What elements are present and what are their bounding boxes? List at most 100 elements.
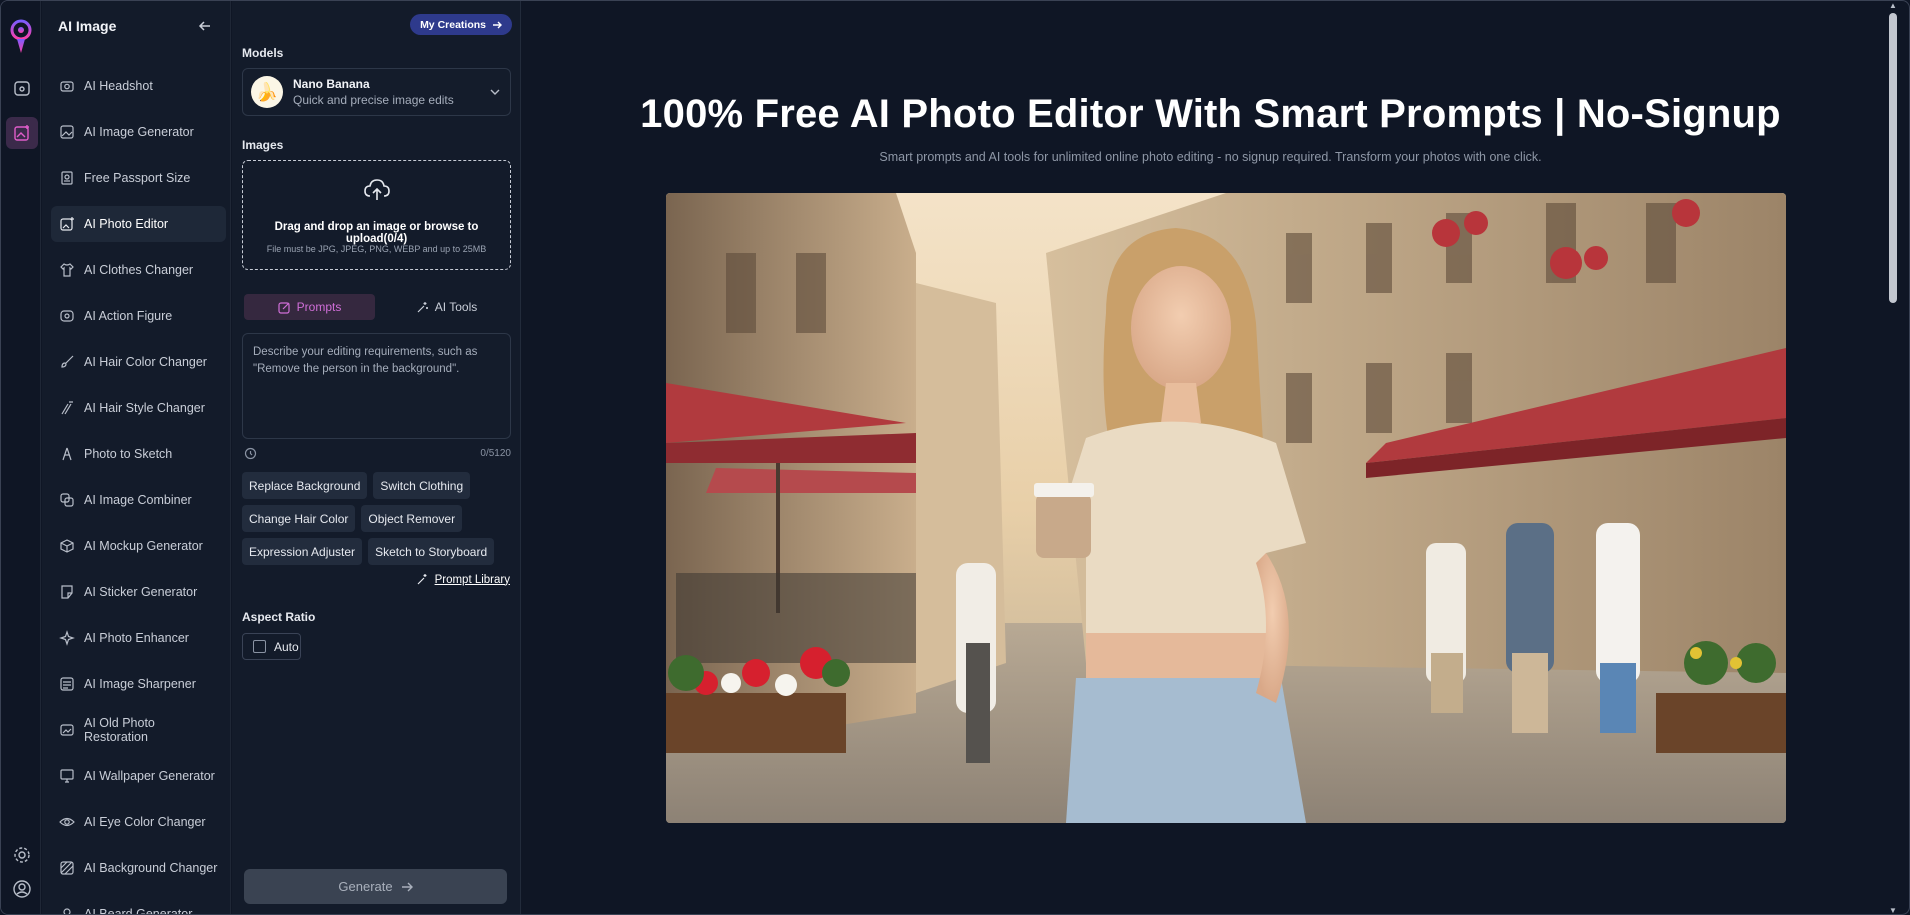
sidebar-item-label: AI Headshot: [84, 79, 153, 93]
banana-icon: 🍌: [251, 76, 283, 108]
sidebar-item-ai-wallpaper-generator[interactable]: AI Wallpaper Generator: [51, 758, 226, 794]
profile-rail-button[interactable]: [6, 873, 38, 905]
sidebar-item-ai-image-generator[interactable]: AI Image Generator: [51, 114, 226, 150]
sidebar-item-ai-action-figure[interactable]: AI Action Figure: [51, 298, 226, 334]
cube-icon: [60, 539, 74, 553]
tool-sidebar: AI Image AI Headshot AI Image Generator …: [42, 1, 231, 915]
model-name: Nano Banana: [293, 77, 370, 91]
tab-ai-tools[interactable]: AI Tools: [381, 294, 512, 320]
sidebar-item-ai-sticker-generator[interactable]: AI Sticker Generator: [51, 574, 226, 610]
sidebar-item-label: AI Sticker Generator: [84, 585, 198, 599]
scrollbar-thumb[interactable]: [1889, 13, 1897, 303]
sidebar-item-ai-background-changer[interactable]: AI Background Changer: [51, 850, 226, 886]
chip-expression-adjuster[interactable]: Expression Adjuster: [242, 538, 363, 565]
sidebar-item-label: AI Image Combiner: [84, 493, 192, 507]
sidebar-item-label: AI Eye Color Changer: [84, 815, 206, 829]
prompt-mode-tabs: Prompts AI Tools: [244, 294, 512, 320]
chip-change-hair-color[interactable]: Change Hair Color: [242, 505, 356, 532]
model-select[interactable]: 🍌 Nano Banana Quick and precise image ed…: [242, 68, 511, 116]
page-title: 100% Free AI Photo Editor With Smart Pro…: [640, 92, 1781, 136]
chip-switch-clothing[interactable]: Switch Clothing: [373, 472, 471, 499]
sidebar-item-label: AI Hair Style Changer: [84, 401, 205, 415]
sidebar-item-label: AI Mockup Generator: [84, 539, 203, 553]
brand-logo-icon[interactable]: [9, 19, 33, 59]
scroll-down-icon[interactable]: ▼: [1889, 907, 1897, 915]
ai-image-rail-button[interactable]: [6, 117, 38, 149]
sidebar-item-ai-hair-style-changer[interactable]: AI Hair Style Changer: [51, 390, 226, 426]
icon-rail: [1, 1, 41, 914]
chip-sketch-to-storyboard[interactable]: Sketch to Storyboard: [368, 538, 495, 565]
tab-prompts[interactable]: Prompts: [244, 294, 375, 320]
sidebar-item-label: AI Photo Editor: [84, 217, 169, 231]
image-sparkle-icon: [14, 125, 29, 141]
chip-object-remover[interactable]: Object Remover: [361, 505, 463, 532]
sidebar-item-ai-hair-color-changer[interactable]: AI Hair Color Changer: [51, 344, 226, 380]
sharpen-icon: [60, 677, 74, 691]
tab-ai-tools-label: AI Tools: [434, 300, 478, 314]
prompt-library-link[interactable]: Prompt Library: [416, 573, 510, 586]
user-icon: [13, 880, 31, 898]
sidebar-item-ai-headshot[interactable]: AI Headshot: [51, 68, 226, 104]
sidebar-item-free-passport-size[interactable]: Free Passport Size: [51, 160, 226, 196]
sidebar-item-ai-photo-editor[interactable]: AI Photo Editor: [51, 206, 226, 242]
photo-edit-icon: [60, 217, 74, 231]
sidebar-item-label: AI Image Sharpener: [84, 677, 196, 691]
camera-icon: [60, 81, 74, 92]
chip-replace-background[interactable]: Replace Background: [242, 472, 368, 499]
app-window: AI Image AI Headshot AI Image Generator …: [0, 0, 1910, 915]
sidebar-item-photo-to-sketch[interactable]: Photo to Sketch: [51, 436, 226, 472]
background-icon: [60, 861, 74, 875]
page-subtitle: Smart prompts and AI tools for unlimited…: [879, 150, 1542, 164]
hair-icon: [61, 401, 73, 415]
sidebar-item-ai-old-photo-restoration[interactable]: AI Old Photo Restoration: [51, 712, 226, 748]
sidebar-item-label: AI Wallpaper Generator: [84, 769, 215, 783]
checkbox-icon: [253, 640, 266, 653]
sidebar-item-label: AI Beard Generator: [84, 907, 193, 915]
sidebar-item-ai-beard-generator[interactable]: AI Beard Generator: [51, 896, 226, 915]
settings-rail-button[interactable]: [6, 839, 38, 871]
page-scrollbar[interactable]: ▲ ▼: [1887, 1, 1899, 915]
figure-icon: [60, 310, 74, 322]
sidebar-item-label: AI Action Figure: [84, 309, 173, 323]
sidebar-item-label: AI Background Changer: [84, 861, 218, 875]
editor-control-panel: My Creations Models 🍌 Nano Banana Quick …: [232, 1, 521, 914]
aspect-ratio-auto-option[interactable]: Auto: [242, 633, 301, 660]
shirt-icon: [60, 263, 74, 277]
images-label: Images: [242, 138, 284, 152]
sidebar-item-ai-eye-color-changer[interactable]: AI Eye Color Changer: [51, 804, 226, 840]
gear-icon: [14, 847, 30, 863]
my-creations-label: My Creations: [420, 18, 486, 31]
generate-button[interactable]: Generate: [244, 869, 507, 904]
aspect-ratio-value: Auto: [274, 639, 299, 654]
magic-wand-icon: [417, 574, 427, 585]
arrow-right-icon: [493, 21, 502, 28]
image-icon: [60, 125, 74, 139]
prompt-suggestion-chips: Replace Background Switch Clothing Chang…: [242, 472, 514, 565]
sidebar-item-label: Free Passport Size: [84, 171, 191, 185]
cloud-upload-icon: [364, 179, 390, 200]
tab-prompts-label: Prompts: [296, 300, 342, 314]
arrow-left-icon[interactable]: [196, 17, 214, 35]
home-rail-button[interactable]: [6, 72, 38, 104]
beard-icon: [63, 908, 71, 914]
scroll-up-icon[interactable]: ▲: [1889, 2, 1897, 10]
image-upload-dropzone[interactable]: Drag and drop an image or browse to uplo…: [242, 160, 511, 270]
sidebar-item-label: AI Hair Color Changer: [84, 355, 207, 369]
home-icon: [14, 81, 30, 96]
aspect-ratio-label: Aspect Ratio: [242, 610, 316, 624]
my-creations-button[interactable]: My Creations: [410, 14, 512, 35]
pen-icon: [62, 447, 72, 461]
sidebar-title: AI Image: [58, 18, 117, 34]
prompt-library-label: Prompt Library: [434, 573, 510, 586]
sidebar-item-label: AI Photo Enhancer: [84, 631, 189, 645]
arrow-right-icon: [401, 882, 413, 891]
sidebar-item-ai-image-combiner[interactable]: AI Image Combiner: [51, 482, 226, 518]
refresh-icon[interactable]: [244, 447, 257, 460]
model-description: Quick and precise image edits: [293, 93, 454, 107]
sidebar-item-ai-clothes-changer[interactable]: AI Clothes Changer: [51, 252, 226, 288]
prompt-textarea[interactable]: Describe your editing requirements, such…: [242, 333, 511, 439]
upload-file-requirements: File must be JPG, JPEG, PNG, WEBP and up…: [266, 244, 487, 254]
sidebar-item-ai-photo-enhancer[interactable]: AI Photo Enhancer: [51, 620, 226, 656]
sidebar-item-ai-mockup-generator[interactable]: AI Mockup Generator: [51, 528, 226, 564]
sidebar-item-ai-image-sharpener[interactable]: AI Image Sharpener: [51, 666, 226, 702]
